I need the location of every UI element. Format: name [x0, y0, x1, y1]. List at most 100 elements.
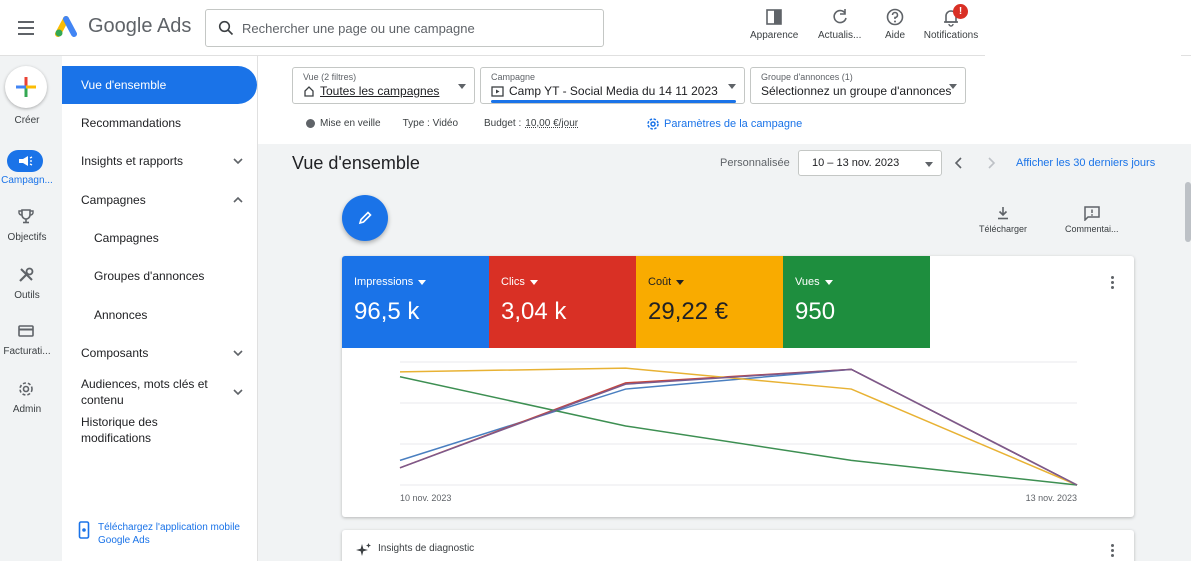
plus-icon	[16, 77, 36, 97]
metric-impressions-name: Impressions	[354, 276, 414, 288]
phone-icon	[78, 521, 90, 539]
help-label: Aide	[884, 30, 905, 41]
performance-line-chart: 10 nov. 2023 13 nov. 2023	[399, 361, 1078, 503]
campaign-status-row: Mise en veille Type : Vidéo Budget : 10,…	[306, 118, 578, 129]
caret-down-icon	[925, 162, 933, 167]
more-options-icon[interactable]	[1111, 276, 1114, 289]
campaigns-rail-button[interactable]	[7, 150, 43, 172]
create-label: Créer	[14, 115, 40, 126]
metric-cost-value: 29,22 €	[648, 298, 729, 325]
pencil-icon	[358, 211, 372, 225]
account-area[interactable]	[985, 3, 1181, 57]
more-options-icon[interactable]	[1111, 544, 1114, 557]
tools-rail-button[interactable]	[17, 266, 35, 284]
sparkle-icon	[356, 543, 371, 556]
main-content: Vue (2 filtres) Toutes les campagnes Cam…	[258, 56, 1191, 561]
comment-label: Commentai...	[1065, 224, 1119, 234]
metric-clicks[interactable]: Clics 3,04 k	[489, 256, 636, 348]
nav-item-insights[interactable]: Insights et rapports	[62, 142, 258, 180]
date-range-select[interactable]: 10 – 13 nov. 2023	[798, 150, 942, 176]
filters-bar: Vue (2 filtres) Toutes les campagnes Cam…	[258, 56, 1191, 144]
billing-rail-label: Facturati...	[3, 346, 51, 357]
performance-card: Impressions 96,5 k Clics 3,04 k Coût 29,…	[342, 256, 1134, 517]
admin-rail-button[interactable]	[17, 380, 35, 398]
comment-button[interactable]: Commentai...	[1065, 205, 1119, 234]
nav-item-ads[interactable]: Annonces	[62, 296, 258, 334]
refresh-button[interactable]: Actualis...	[818, 6, 861, 41]
appearance-button[interactable]: Apparence	[750, 6, 798, 41]
caret-down-icon	[418, 279, 427, 285]
nav-item-ad-groups[interactable]: Groupes d'annonces	[62, 257, 258, 295]
nav-item-audiences[interactable]: Audiences, mots clés et contenu	[62, 373, 258, 411]
chevron-left-icon[interactable]	[952, 156, 966, 170]
billing-rail-button[interactable]	[17, 323, 35, 339]
google-ads-logo-icon	[55, 16, 77, 37]
view-filter-value: Toutes les campagnes	[320, 84, 440, 98]
metric-cost-name: Coût	[648, 276, 672, 288]
download-app-label-1: Téléchargez l'application mobile	[98, 522, 240, 533]
nav-item-campaigns-label: Campagnes	[81, 193, 146, 207]
series-line-coût	[399, 367, 1078, 486]
chevron-down-icon	[233, 350, 243, 357]
series-line-clics	[399, 368, 1078, 486]
google-ads-logo[interactable]: Google Ads	[54, 14, 191, 38]
vertical-scrollbar[interactable]	[1185, 182, 1191, 242]
chevron-right-icon[interactable]	[984, 156, 998, 170]
tools-icon	[19, 267, 34, 282]
ad-group-filter-select[interactable]: Groupe d'annonces (1) Sélectionnez un gr…	[750, 67, 966, 104]
help-icon	[886, 8, 904, 26]
caret-down-icon	[676, 279, 685, 285]
page-title: Vue d'ensemble	[292, 153, 420, 173]
download-button[interactable]: Télécharger	[979, 205, 1027, 234]
download-label: Télécharger	[979, 224, 1028, 234]
edit-button[interactable]	[342, 195, 388, 241]
ad-group-filter-value: Sélectionnez un groupe d'annonces	[761, 84, 952, 98]
notifications-button[interactable]: ! Notifications	[921, 4, 981, 41]
main-menu-icon[interactable]	[14, 16, 38, 40]
search-input[interactable]: Rechercher une page ou une campagne	[205, 9, 604, 47]
view-filter-select[interactable]: Vue (2 filtres) Toutes les campagnes	[292, 67, 475, 104]
campaign-filter-label: Campagne	[491, 72, 536, 82]
nav-item-ads-label: Annonces	[94, 308, 148, 322]
caret-down-icon	[458, 84, 466, 89]
metric-cost[interactable]: Coût 29,22 €	[636, 256, 783, 348]
nav-item-campaigns[interactable]: Campagnes	[62, 181, 258, 219]
metric-views-name: Vues	[795, 276, 820, 288]
nav-item-assets[interactable]: Composants	[62, 334, 258, 372]
ad-group-filter-label: Groupe d'annonces (1)	[761, 72, 853, 82]
metric-impressions-value: 96,5 k	[354, 298, 420, 325]
help-button[interactable]: Aide	[884, 6, 906, 41]
x-tick-label: 13 nov. 2023	[1026, 493, 1077, 503]
metric-views[interactable]: Vues 950	[783, 256, 930, 348]
x-tick-label: 10 nov. 2023	[400, 493, 451, 503]
download-app-label-2: Google Ads	[98, 535, 150, 546]
nav-item-history[interactable]: Historique des modifications	[62, 411, 258, 449]
metric-views-value: 950	[795, 298, 836, 325]
nav-item-campaigns-sub[interactable]: Campagnes	[62, 219, 258, 257]
goals-rail-button[interactable]	[17, 207, 35, 225]
create-button[interactable]	[5, 66, 47, 108]
top-header: Google Ads Rechercher une page ou une ca…	[0, 0, 1191, 57]
tools-rail-label: Outils	[14, 290, 40, 301]
metric-clicks-name: Clics	[501, 276, 525, 288]
nav-item-overview[interactable]: Vue d'ensemble	[62, 66, 257, 104]
diagnostic-insights-title: Insights de diagnostic	[378, 543, 475, 554]
search-placeholder: Rechercher une page ou une campagne	[242, 20, 475, 36]
budget-value[interactable]: 10,00 €/jour	[525, 118, 578, 129]
metric-clicks-value: 3,04 k	[501, 298, 567, 325]
last-30-days-link[interactable]: Afficher les 30 derniers jours	[1016, 157, 1155, 169]
refresh-icon	[833, 9, 847, 24]
refresh-label: Actualis...	[818, 30, 862, 41]
campaign-settings-link[interactable]: Paramètres de la campagne	[646, 117, 802, 131]
download-app-link[interactable]: Téléchargez l'application mobile Google …	[78, 521, 258, 547]
campaign-filter-select[interactable]: Campagne Camp YT - Social Media du 14 11…	[480, 67, 745, 104]
nav-item-recommendations[interactable]: Recommandations	[62, 104, 258, 142]
caret-down-icon	[824, 279, 833, 285]
metric-impressions[interactable]: Impressions 96,5 k	[342, 256, 489, 348]
title-row: Vue d'ensemble Personnalisée 10 – 13 nov…	[258, 144, 1191, 184]
video-campaign-icon	[491, 85, 504, 97]
nav-item-assets-label: Composants	[81, 346, 149, 360]
nav-item-recommendations-label: Recommandations	[81, 116, 182, 130]
nav-item-ad-groups-label: Groupes d'annonces	[94, 269, 205, 283]
date-range-value: 10 – 13 nov. 2023	[812, 157, 900, 169]
